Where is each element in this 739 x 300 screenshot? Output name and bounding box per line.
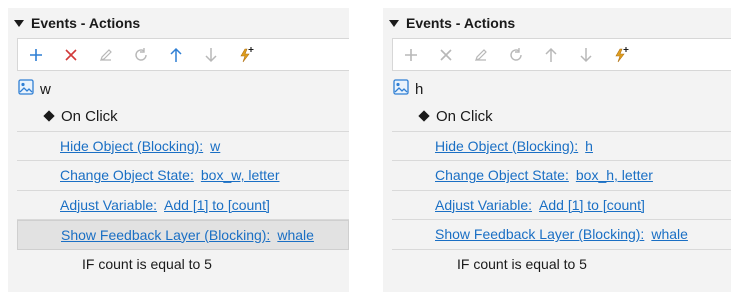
action-row[interactable]: Hide Object (Blocking): w [17,132,349,161]
action-label[interactable]: Hide Object (Blocking): [435,138,578,154]
trigger-label: On Click [436,107,493,125]
action-row[interactable]: Hide Object (Blocking): h [392,132,731,161]
actions-toolbar [392,38,731,71]
object-name: h [415,80,424,98]
action-label[interactable]: Show Feedback Layer (Blocking): [61,227,270,243]
add-icon[interactable] [18,39,53,70]
lightning-add-icon[interactable] [228,39,263,70]
move-down-icon[interactable] [193,39,228,70]
delete-icon[interactable] [53,39,88,70]
action-value[interactable]: whale [277,227,314,243]
condition-row[interactable]: IF count is equal to 5 [392,250,731,280]
redo-icon[interactable] [123,39,158,70]
trigger-diamond-icon [418,110,430,122]
trigger-row[interactable]: On Click [17,102,349,132]
action-value[interactable]: Add [1] to [count] [164,197,270,213]
panel-header[interactable]: Events - Actions [383,8,731,38]
delete-icon[interactable] [428,39,463,70]
events-actions-panel-right: Events - Actions h On Click Hide Object … [383,8,731,292]
action-value[interactable]: whale [651,226,688,242]
collapse-triangle-icon[interactable] [389,19,399,27]
object-row[interactable]: h [383,76,731,102]
actions-toolbar [17,38,349,71]
action-label[interactable]: Show Feedback Layer (Blocking): [435,226,644,242]
action-row-selected[interactable]: Show Feedback Layer (Blocking): whale [17,220,349,250]
collapse-triangle-icon[interactable] [14,19,24,27]
event-rows: On Click Hide Object (Blocking): w Chang… [17,102,349,279]
action-label[interactable]: Change Object State: [60,167,194,183]
move-up-icon[interactable] [158,39,193,70]
events-actions-panel-left: Events - Actions w On Click Hide Object … [8,8,349,292]
panel-header[interactable]: Events - Actions [8,8,349,38]
image-object-icon [393,78,409,100]
action-row[interactable]: Change Object State: box_w, letter [17,161,349,191]
object-row[interactable]: w [8,76,349,102]
redo-icon[interactable] [498,39,533,70]
edit-icon[interactable] [88,39,123,70]
action-row[interactable]: Change Object State: box_h, letter [392,161,731,191]
action-value[interactable]: Add [1] to [count] [539,197,645,213]
action-value[interactable]: box_h, letter [576,167,653,183]
trigger-label: On Click [61,107,118,125]
action-label[interactable]: Change Object State: [435,167,569,183]
condition-row[interactable]: IF count is equal to 5 [17,250,349,280]
lightning-add-icon[interactable] [603,39,638,70]
trigger-diamond-icon [43,110,55,122]
move-down-icon[interactable] [568,39,603,70]
action-row[interactable]: Adjust Variable: Add [1] to [count] [392,191,731,220]
action-label[interactable]: Hide Object (Blocking): [60,138,203,154]
action-value[interactable]: box_w, letter [201,167,280,183]
action-label[interactable]: Adjust Variable: [60,197,157,213]
object-name: w [40,80,51,98]
event-rows: On Click Hide Object (Blocking): h Chang… [392,102,731,279]
image-object-icon [18,78,34,100]
action-label[interactable]: Adjust Variable: [435,197,532,213]
action-value[interactable]: h [585,138,593,154]
panel-title: Events - Actions [31,15,141,31]
action-value[interactable]: w [210,138,220,154]
action-row[interactable]: Show Feedback Layer (Blocking): whale [392,220,731,250]
condition-text: IF count is equal to 5 [457,256,587,273]
add-icon[interactable] [393,39,428,70]
move-up-icon[interactable] [533,39,568,70]
trigger-row[interactable]: On Click [392,102,731,132]
condition-text: IF count is equal to 5 [82,256,212,273]
action-row[interactable]: Adjust Variable: Add [1] to [count] [17,191,349,220]
panel-title: Events - Actions [406,15,516,31]
edit-icon[interactable] [463,39,498,70]
